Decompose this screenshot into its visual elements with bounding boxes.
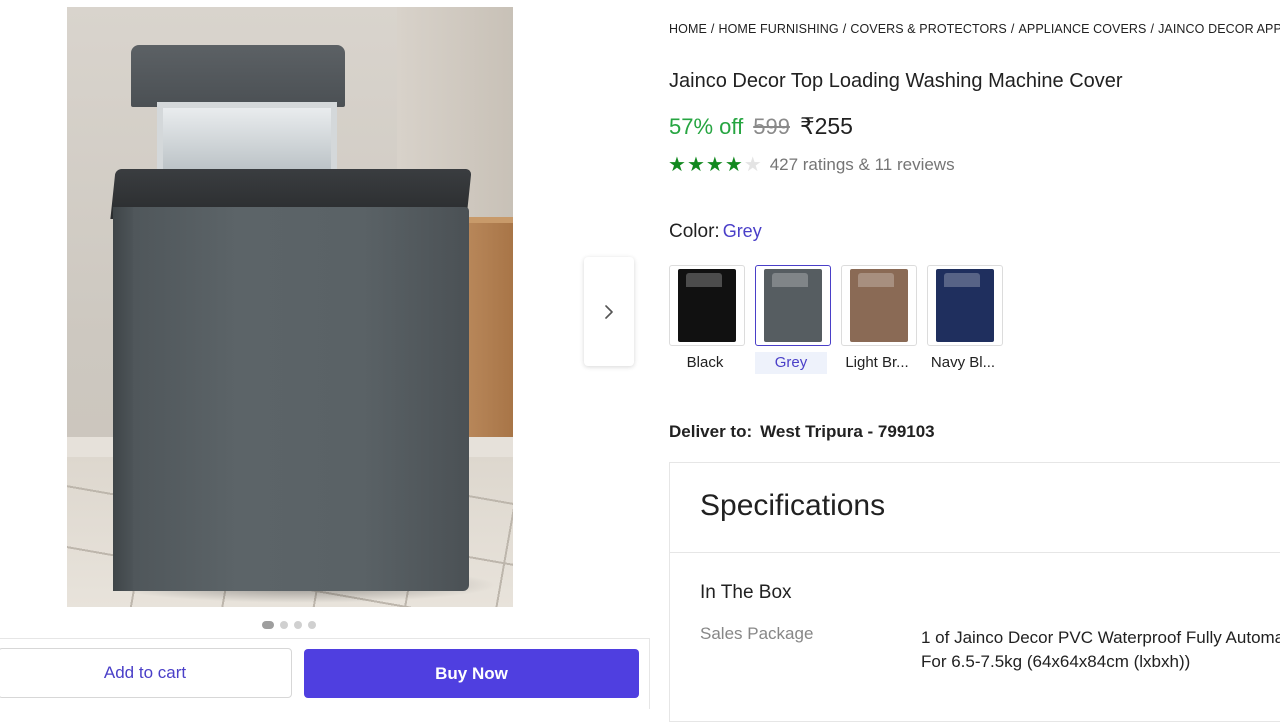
swatch-label: Black [686,354,724,371]
product-image[interactable] [67,7,513,607]
breadcrumb-appliance-covers[interactable]: APPLIANCE COVERS [1018,22,1146,36]
swatch-label: Grey [755,352,827,374]
image-pagination [262,621,316,629]
add-to-cart-button[interactable]: Add to cart [0,648,292,698]
buy-now-button[interactable]: Buy Now [304,649,639,698]
spec-divider [669,552,1280,553]
cover-lid [131,45,345,107]
swatch-label: Light Br... [845,354,909,371]
chevron-right-icon [605,304,613,319]
swatch-image [678,269,736,342]
swatch-frame [927,265,1003,346]
color-option-grey[interactable]: Grey [755,265,831,374]
discount-percent: 57% off [669,114,744,139]
star-empty-icon: ★ [743,154,762,176]
breadcrumb-home-furnishing[interactable]: HOME FURNISHING [718,22,838,36]
star-icon: ★ [686,154,705,176]
deliver-to-label: Deliver to: [669,422,753,441]
ratings-count[interactable]: 427 ratings & 11 reviews [770,155,955,175]
swatch-image [764,269,822,342]
color-label-text: Color: [669,221,720,242]
rating-row[interactable]: ★ ★ ★ ★ ★ 427 ratings & 11 reviews [668,154,955,176]
breadcrumb: HOME / HOME FURNISHING / COVERS & PROTECTORS… [669,22,1280,36]
product-title: Jainco Decor Top Loading Washing Machine… [669,70,1123,92]
cover-body-edge [113,207,133,591]
spec-value-line: For 6.5-7.5kg (64x64x84cm (lxbxh)) [921,652,1191,671]
original-price: 599 [753,114,790,139]
price-row: 57% off 599 ₹255 [669,113,853,140]
photo-cabinet [467,217,513,443]
spec-value: 1 of Jainco Decor PVC Waterproof Fully A… [921,626,1280,674]
color-label: Color: Grey [669,221,762,243]
breadcrumb-home[interactable]: HOME [669,22,707,36]
color-option-navy-blue[interactable]: Navy Bl... [927,265,1003,374]
color-option-black[interactable]: Black [669,265,745,374]
spec-key: Sales Package [700,624,814,643]
selected-color: Grey [722,221,762,241]
pagination-dot-1[interactable] [262,621,274,629]
swatch-frame [669,265,745,346]
breadcrumb-jainco-decor[interactable]: JAINCO DECOR APPLIAN [1158,22,1280,36]
rating-stars: ★ ★ ★ ★ ★ [668,154,762,176]
swatch-label: Navy Bl... [930,354,996,371]
pagination-dot-3[interactable] [294,621,302,629]
star-icon: ★ [668,154,686,176]
delivery-location[interactable]: Deliver to: West Tripura - 799103 [669,422,935,442]
color-swatches: Black Grey Light Br... Navy Bl... [669,265,1003,374]
spec-section-title: In The Box [700,582,792,603]
swatch-frame [755,265,831,346]
spec-value-line: 1 of Jainco Decor PVC Waterproof Fully A… [921,628,1280,647]
swatch-frame [841,265,917,346]
swatch-image [850,269,908,342]
color-option-light-brown[interactable]: Light Br... [841,265,917,374]
cover-body [113,207,469,591]
selling-price: ₹255 [799,113,853,139]
swatch-image [936,269,994,342]
star-icon: ★ [724,154,743,176]
specifications-title: Specifications [700,489,886,522]
star-icon: ★ [705,154,724,176]
pagination-dot-2[interactable] [280,621,288,629]
pagination-dot-4[interactable] [308,621,316,629]
next-image-button[interactable] [584,257,634,366]
delivery-address[interactable]: West Tripura - 799103 [760,422,935,441]
breadcrumb-covers-protectors[interactable]: COVERS & PROTECTORS [850,22,1007,36]
